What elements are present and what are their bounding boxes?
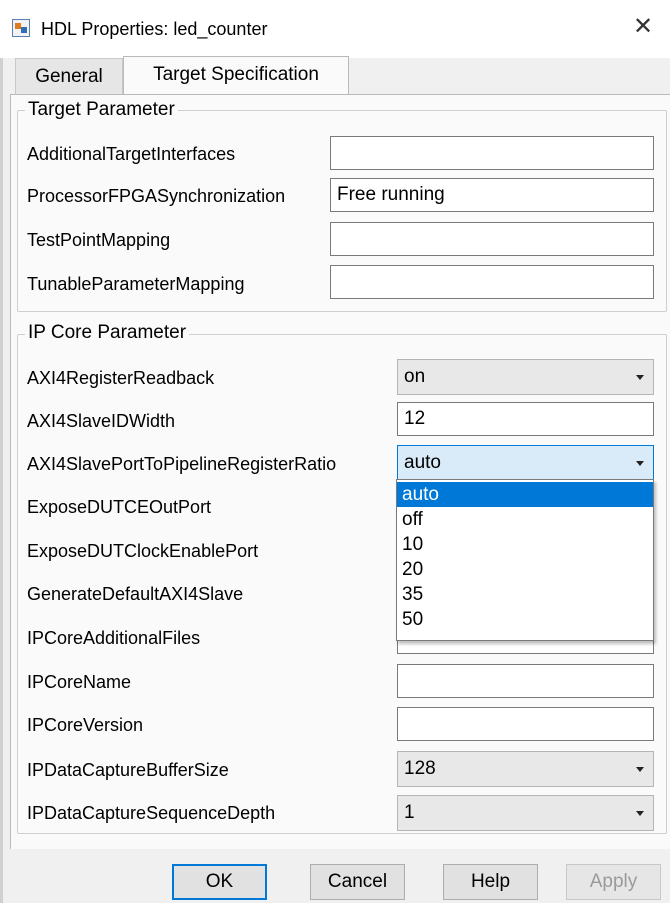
ip-data-capture-buffer-size-select[interactable]: 128 — [397, 751, 654, 787]
additional-target-interfaces-field[interactable] — [330, 136, 654, 170]
dropdown-option-off[interactable]: off — [397, 507, 653, 532]
help-button[interactable]: Help — [443, 864, 538, 900]
axi4-slave-port-ratio-value: auto — [404, 452, 441, 473]
axi4-register-readback-value: on — [404, 366, 426, 387]
chevron-down-icon — [636, 811, 644, 816]
tab-target-specification[interactable]: Target Specification — [123, 56, 349, 95]
tunable-parameter-mapping-field[interactable] — [330, 265, 654, 299]
tab-general[interactable]: General — [15, 58, 123, 94]
ip-data-capture-sequence-depth-value: 1 — [404, 802, 415, 823]
chevron-down-icon — [636, 461, 644, 466]
axi4-slave-port-to-pipeline-register-ratio-select[interactable]: auto — [397, 445, 654, 481]
title-bar: HDL Properties: led_counter ✕ — [0, 0, 670, 58]
dropdown-option-35[interactable]: 35 — [397, 582, 653, 607]
ok-button[interactable]: OK — [172, 864, 267, 900]
axi4-slave-id-width-field[interactable]: 12 — [397, 402, 654, 436]
close-icon[interactable]: ✕ — [630, 14, 656, 40]
label-axi4-slave-id-width: AXI4SlaveIDWidth — [27, 411, 176, 431]
ip-data-capture-buffer-size-value: 128 — [404, 758, 436, 779]
chevron-down-icon — [636, 767, 644, 772]
window-title: HDL Properties: led_counter — [41, 19, 268, 39]
label-expose-dut-clock-enable-port: ExposeDUTClockEnablePort — [27, 541, 259, 561]
label-axi4-register-readback: AXI4RegisterReadback — [27, 368, 215, 388]
dropdown-option-10[interactable]: 10 — [397, 532, 653, 557]
label-ip-core-version: IPCoreVersion — [27, 715, 144, 735]
label-processor-fpga-synchronization: ProcessorFPGASynchronization — [27, 186, 286, 206]
label-generate-default-axi4-slave: GenerateDefaultAXI4Slave — [27, 584, 244, 604]
dropdown-option-20[interactable]: 20 — [397, 557, 653, 582]
label-test-point-mapping: TestPointMapping — [27, 230, 171, 250]
axi4-register-readback-select[interactable]: on — [397, 359, 654, 395]
label-ip-data-capture-sequence-depth: IPDataCaptureSequenceDepth — [27, 803, 276, 823]
chevron-down-icon — [636, 375, 644, 380]
processor-fpga-synchronization-field[interactable]: Free running — [330, 178, 654, 212]
label-ip-data-capture-buffer-size: IPDataCaptureBufferSize — [27, 760, 229, 780]
window-border — [0, 58, 3, 903]
simulink-block-icon — [12, 19, 30, 37]
ip-data-capture-sequence-depth-select[interactable]: 1 — [397, 795, 654, 831]
dropdown-option-auto[interactable]: auto — [397, 482, 653, 507]
cancel-button[interactable]: Cancel — [310, 864, 405, 900]
apply-button: Apply — [566, 864, 661, 900]
target-parameter-legend: Target Parameter — [25, 99, 178, 121]
label-ip-core-name: IPCoreName — [27, 672, 132, 692]
label-additional-target-interfaces: AdditionalTargetInterfaces — [27, 144, 236, 164]
ip-core-parameter-legend: IP Core Parameter — [25, 322, 190, 344]
ip-core-name-field[interactable] — [397, 664, 654, 698]
label-expose-dut-ce-out-port: ExposeDUTCEOutPort — [27, 497, 212, 517]
test-point-mapping-field[interactable] — [330, 222, 654, 256]
label-axi4-slave-port-to-pipeline-register-ratio: AXI4SlavePortToPipelineRegisterRatio — [27, 454, 337, 474]
label-tunable-parameter-mapping: TunableParameterMapping — [27, 274, 245, 294]
ip-core-version-field[interactable] — [397, 707, 654, 741]
ratio-dropdown-list: auto off 10 20 35 50 — [396, 479, 654, 641]
dropdown-option-50[interactable]: 50 — [397, 607, 653, 632]
label-ip-core-additional-files: IPCoreAdditionalFiles — [27, 628, 201, 648]
